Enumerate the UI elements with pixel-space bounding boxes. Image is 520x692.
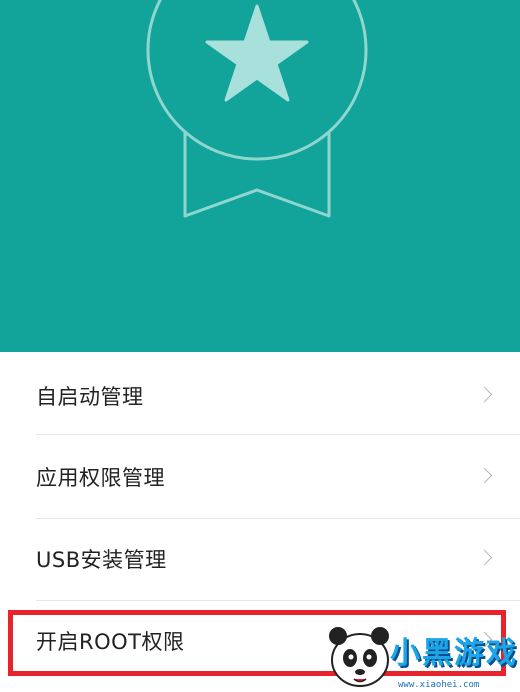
menu-item-label: 开启ROOT权限 bbox=[36, 630, 185, 654]
chevron-right-icon bbox=[476, 386, 493, 403]
menu-item-app-permissions[interactable]: 应用权限管理 bbox=[0, 436, 520, 518]
chevron-right-icon bbox=[476, 549, 493, 566]
award-badge-icon bbox=[146, 0, 368, 218]
watermark-title: 小黑游戏 bbox=[390, 636, 518, 671]
panda-mascot-icon bbox=[329, 627, 389, 687]
security-header-banner bbox=[0, 0, 520, 352]
menu-item-label: 应用权限管理 bbox=[36, 466, 165, 490]
menu-item-label: 自启动管理 bbox=[36, 385, 144, 409]
menu-item-label: USB安装管理 bbox=[36, 548, 167, 572]
watermark: 小黑游戏 www.xiaohei.com bbox=[320, 616, 520, 692]
menu-item-autostart[interactable]: 自启动管理 bbox=[0, 355, 520, 437]
chevron-right-icon bbox=[476, 467, 493, 484]
divider bbox=[36, 434, 520, 435]
watermark-url: www.xiaohei.com bbox=[398, 680, 480, 690]
menu-item-usb-install[interactable]: USB安装管理 bbox=[0, 518, 520, 600]
